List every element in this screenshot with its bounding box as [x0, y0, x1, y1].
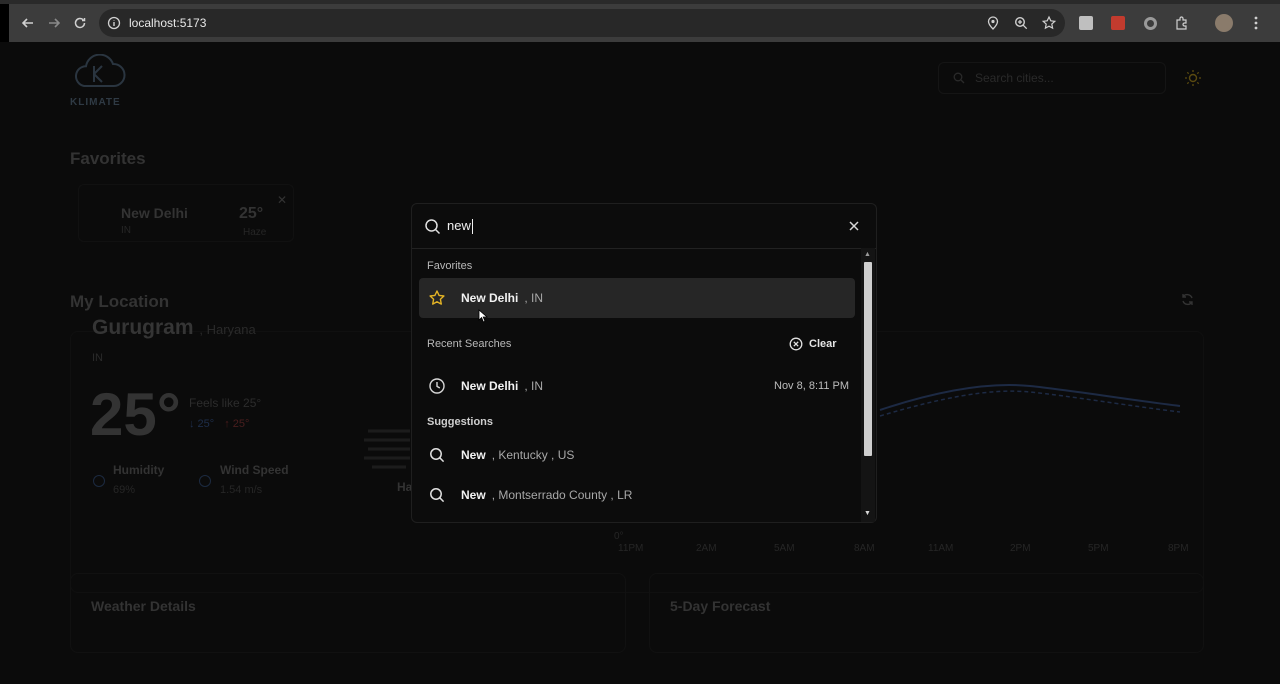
search-icon	[428, 486, 446, 504]
chart-line-feels	[879, 390, 1181, 417]
wind-value: 1.54 m/s	[220, 484, 263, 496]
text-caret	[471, 219, 473, 235]
header-search-button[interactable]: Search cities...	[938, 62, 1166, 94]
mouse-cursor-icon	[478, 309, 488, 323]
header-search-placeholder: Search cities...	[975, 71, 1054, 85]
theme-toggle-sun-icon[interactable]	[1184, 69, 1202, 92]
droplet-icon	[93, 475, 105, 487]
suggestion-location: , Kentucky , US	[491, 448, 575, 462]
cloud-logo-icon	[75, 53, 126, 87]
min-temp: ↓ 25°	[189, 418, 215, 430]
command-list: Favorites New Delhi , IN Recent Searches…	[412, 250, 862, 522]
axis-tick: 11AM	[928, 543, 954, 554]
dialog-scrollbar[interactable]: ▲ ▼	[861, 248, 875, 522]
remove-favorite-icon[interactable]: ✕	[277, 193, 287, 207]
clear-history-button[interactable]: Clear	[789, 337, 837, 351]
refresh-icon[interactable]	[1180, 292, 1195, 312]
suggestion-location: , Montserrado County , LR	[491, 488, 633, 502]
humidity-value: 69%	[113, 484, 136, 496]
close-dialog-icon[interactable]	[848, 219, 860, 237]
zoom-icon[interactable]	[1013, 15, 1029, 31]
favorites-group-heading: Favorites	[427, 260, 473, 272]
scroll-down-arrow-icon[interactable]: ▼	[864, 510, 871, 517]
search-icon	[425, 218, 441, 234]
favorite-card-condition: Haze	[243, 227, 267, 238]
suggestion-item[interactable]: New , Montserrado County , LR	[419, 475, 855, 515]
current-state: , Haryana	[199, 322, 256, 337]
reload-icon[interactable]	[67, 10, 93, 36]
axis-tick: 2AM	[696, 543, 717, 554]
scrollbar-thumb[interactable]	[864, 262, 872, 456]
extension-circle-icon[interactable]	[1139, 12, 1161, 34]
favorite-card-city: New Delhi	[121, 205, 188, 221]
humidity-label: Humidity	[113, 463, 165, 477]
favorite-city-card[interactable]: New Delhi IN 25° Haze ✕	[78, 184, 294, 242]
profile-avatar-icon[interactable]	[1213, 12, 1235, 34]
axis-tick: 8AM	[854, 543, 875, 554]
favorites-heading: Favorites	[70, 149, 146, 168]
address-bar[interactable]: localhost:5173	[99, 9, 1065, 37]
current-temp: 25°	[90, 381, 181, 448]
axis-tick: 5AM	[774, 543, 795, 554]
favorite-result-country: , IN	[524, 291, 544, 305]
axis-tick: 2PM	[1010, 543, 1031, 554]
forecast-card: 5-Day Forecast	[649, 573, 1204, 653]
klimate-logo[interactable]: KLIMATE	[70, 53, 132, 108]
search-icon	[953, 72, 965, 84]
command-search-value[interactable]: new	[447, 217, 473, 235]
star-icon	[428, 289, 446, 307]
browser-menu-icon[interactable]	[1245, 12, 1267, 34]
recent-searches-heading: Recent Searches	[427, 338, 512, 350]
forecast-heading: 5-Day Forecast	[670, 598, 771, 614]
browser-toolbar: localhost:5173	[9, 4, 1280, 42]
suggestion-name: New	[461, 448, 486, 462]
clear-label: Clear	[809, 338, 837, 350]
search-icon	[428, 446, 446, 464]
wind-icon	[199, 475, 211, 487]
my-location-heading: My Location	[70, 292, 170, 311]
recent-result-name: New Delhi	[461, 379, 519, 393]
forward-icon[interactable]	[41, 10, 67, 36]
wind-label: Wind Speed	[220, 463, 289, 477]
favorite-result-name: New Delhi	[461, 291, 519, 305]
axis-tick: 0°	[614, 531, 624, 542]
suggestion-item[interactable]: New , Kentucky , US	[419, 435, 855, 475]
command-search-input[interactable]: new	[412, 204, 876, 249]
search-command-dialog: new Favorites New Delhi , IN Recent Sear…	[411, 203, 877, 523]
extension-grey-icon[interactable]	[1075, 12, 1097, 34]
clock-icon	[428, 377, 446, 395]
favorite-card-country: IN	[121, 225, 131, 236]
favorite-card-temp: 25°	[239, 205, 264, 222]
feels-like: Feels like 25°	[189, 396, 262, 410]
haze-weather-icon	[364, 429, 410, 469]
suggestions-heading: Suggestions	[427, 416, 494, 428]
recent-result-item[interactable]: New Delhi , IN Nov 8, 8:11 PM	[419, 366, 855, 406]
extensions-puzzle-icon[interactable]	[1171, 12, 1193, 34]
url-text: localhost:5173	[129, 16, 207, 30]
logo-text: KLIMATE	[70, 97, 121, 108]
current-city-name: Gurugram	[92, 316, 194, 339]
axis-tick: 11PM	[618, 543, 644, 554]
chart-line-temp	[879, 384, 1181, 411]
clear-circle-x-icon	[789, 337, 803, 351]
location-pin-icon[interactable]	[985, 15, 1001, 31]
command-search-text: new	[447, 217, 471, 233]
site-info-icon[interactable]	[107, 16, 121, 30]
min-max-temp: ↓ 25° ↑ 25°	[189, 418, 249, 430]
back-icon[interactable]	[15, 10, 41, 36]
max-temp: ↑ 25°	[224, 418, 250, 430]
weather-details-heading: Weather Details	[91, 598, 196, 614]
weather-details-card: Weather Details	[70, 573, 626, 653]
current-city: Gurugram , Haryana	[92, 316, 256, 340]
axis-tick: 5PM	[1088, 543, 1109, 554]
recent-result-country: , IN	[524, 379, 544, 393]
recent-result-time: Nov 8, 8:11 PM	[774, 380, 849, 392]
extension-red-icon[interactable]	[1107, 12, 1129, 34]
bookmark-star-icon[interactable]	[1041, 15, 1057, 31]
current-country: IN	[92, 352, 103, 364]
suggestion-name: New	[461, 488, 486, 502]
axis-tick: 8PM	[1168, 543, 1189, 554]
scroll-up-arrow-icon[interactable]: ▲	[864, 251, 871, 258]
